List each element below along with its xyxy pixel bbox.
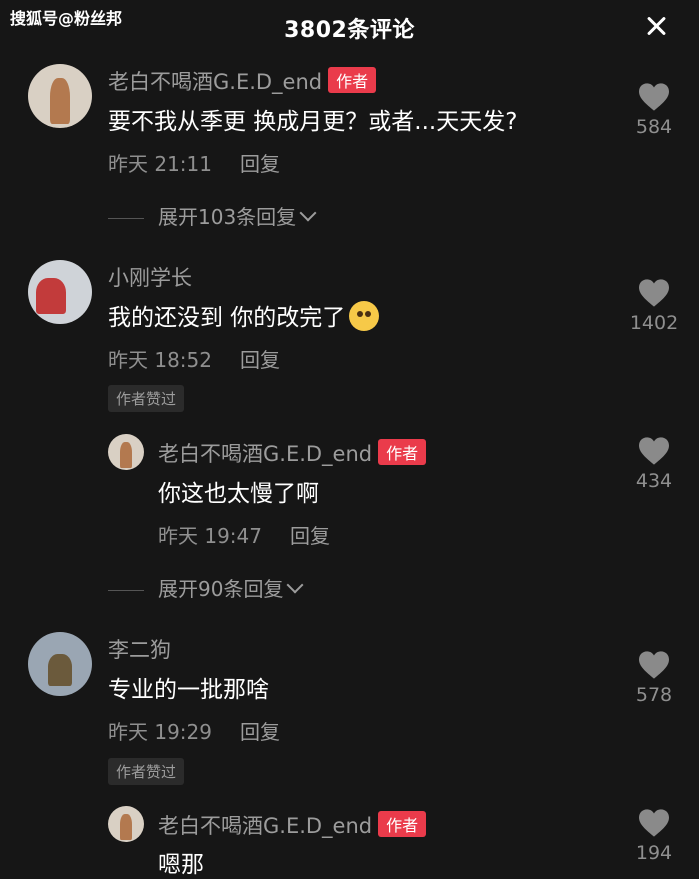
heart-icon [639, 809, 669, 837]
comment-text: 你这也太慢了啊 [158, 481, 319, 507]
username-text[interactable]: 老白不喝酒G.E.D_end [158, 814, 372, 838]
like-button[interactable]: 1402 [619, 278, 689, 334]
username[interactable]: 老白不喝酒G.E.D_end 作者 [158, 438, 427, 468]
comment-meta: 昨天 21:11 回复 [108, 148, 280, 177]
comment-time: 昨天 18:52 [108, 348, 212, 372]
username-text[interactable]: 老白不喝酒G.E.D_end [158, 442, 372, 466]
like-button[interactable]: 578 [619, 650, 689, 706]
like-button[interactable]: 434 [619, 436, 689, 492]
pleading-face-emoji [349, 301, 380, 331]
comment-meta: 昨天 19:29 回复 [108, 716, 280, 745]
reply-button[interactable]: 回复 [240, 720, 280, 744]
username[interactable]: 李二狗 [108, 634, 171, 664]
chevron-down-icon [299, 204, 317, 222]
username[interactable]: 老白不喝酒G.E.D_end 作者 [108, 66, 377, 96]
avatar[interactable] [28, 260, 92, 324]
expand-replies-button[interactable]: 展开103条回复 [108, 201, 317, 230]
author-liked-badge: 作者赞过 [108, 385, 185, 412]
expand-replies-label: 展开90条回复 [158, 577, 284, 601]
heart-icon [639, 279, 669, 307]
like-count: 194 [635, 842, 673, 864]
reply-button[interactable]: 回复 [240, 348, 280, 372]
expand-replies-label: 展开103条回复 [158, 205, 297, 229]
author-tag: 作者 [328, 67, 377, 93]
username-text[interactable]: 老白不喝酒G.E.D_end [108, 70, 322, 94]
comment-time: 昨天 19:29 [108, 720, 212, 744]
author-tag: 作者 [378, 811, 427, 837]
comment-text: 嗯那 [158, 852, 204, 878]
like-button[interactable]: 584 [619, 82, 689, 138]
heart-icon [639, 83, 669, 111]
reply-button[interactable]: 回复 [290, 524, 330, 548]
author-tag: 作者 [378, 439, 427, 465]
comment-time: 昨天 21:11 [108, 152, 212, 176]
comments-title: 3802条评论 [284, 18, 415, 43]
like-count: 434 [635, 470, 673, 492]
username[interactable]: 小刚学长 [108, 262, 192, 292]
like-count: 1402 [629, 312, 679, 334]
comment-meta: 昨天 18:52 回复 [108, 344, 280, 373]
avatar[interactable] [28, 64, 92, 128]
expand-replies-button[interactable]: 展开90条回复 [108, 573, 304, 602]
chevron-down-icon [286, 576, 304, 594]
like-count: 584 [635, 116, 673, 138]
divider [108, 218, 144, 219]
username[interactable]: 老白不喝酒G.E.D_end 作者 [158, 810, 427, 840]
comment-text: 要不我从季更 换成月更？或者...天天发? [108, 109, 518, 135]
comment-text: 我的还没到 你的改完了 [108, 298, 380, 332]
author-liked-badge: 作者赞过 [108, 758, 185, 785]
reply-button[interactable]: 回复 [240, 152, 280, 176]
like-count: 578 [635, 684, 673, 706]
avatar[interactable] [108, 434, 144, 470]
divider [108, 590, 144, 591]
comment-text-body: 我的还没到 你的改完了 [108, 305, 346, 331]
comment-meta: 昨天 19:47 回复 [158, 520, 330, 549]
heart-icon [639, 437, 669, 465]
avatar[interactable] [108, 806, 144, 842]
close-icon[interactable] [639, 10, 673, 44]
heart-icon [639, 651, 669, 679]
like-button[interactable]: 194 [619, 808, 689, 864]
comment-time: 昨天 19:47 [158, 524, 262, 548]
avatar[interactable] [28, 632, 92, 696]
comment-text: 专业的一批那啥 [108, 677, 269, 703]
